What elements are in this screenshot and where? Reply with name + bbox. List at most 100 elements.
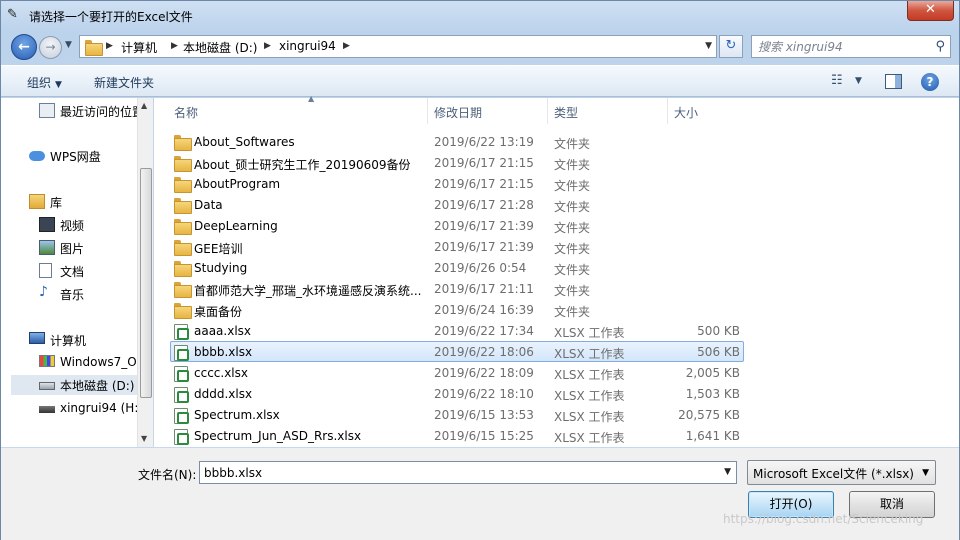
file-row[interactable]: dddd.xlsx 2019/6/22 18:10 XLSX 工作表 1,503 KB	[170, 383, 744, 404]
column-header-type[interactable]: 类型	[548, 98, 668, 124]
file-type: 文件夹	[554, 158, 591, 172]
file-row[interactable]: About_Softwares 2019/6/22 13:19 文件夹	[170, 131, 744, 152]
nav-item-libraries[interactable]: 库	[29, 192, 137, 212]
close-button[interactable]: ✕	[907, 1, 954, 21]
file-row[interactable]: Studying 2019/6/26 0:54 文件夹	[170, 257, 744, 278]
file-name: bbbb.xlsx	[194, 345, 253, 359]
view-options-icon[interactable]: ☷	[831, 73, 843, 88]
chevron-right-icon[interactable]: ▶	[264, 41, 271, 51]
file-date: 2019/6/17 21:39	[434, 240, 534, 254]
folder-icon	[174, 240, 192, 256]
forward-button[interactable]: →	[39, 36, 62, 59]
nav-item-videos[interactable]: 视频	[39, 215, 137, 235]
nav-item-pictures[interactable]: 图片	[39, 238, 137, 258]
file-row[interactable]: 首都师范大学_邢瑞_水环境遥感反演系统... 2019/6/17 21:11 文件夹	[170, 278, 744, 299]
nav-item-wps-drive[interactable]: WPS网盘	[29, 146, 137, 166]
file-row[interactable]: GEE培训 2019/6/17 21:39 文件夹	[170, 236, 744, 257]
recent-locations-dropdown[interactable]: ▼	[65, 40, 72, 50]
file-row[interactable]: DeepLearning 2019/6/17 21:39 文件夹	[170, 215, 744, 236]
nav-pane-scrollbar[interactable]: ▲ ▼	[137, 98, 153, 447]
recent-places-icon	[39, 103, 55, 118]
file-date: 2019/6/22 18:06	[434, 345, 534, 359]
file-row[interactable]: bbbb.xlsx 2019/6/22 18:06 XLSX 工作表 506 KB	[170, 341, 744, 362]
column-header-label: 类型	[554, 106, 579, 120]
file-type: XLSX 工作表	[554, 431, 625, 445]
file-row[interactable]: AboutProgram 2019/6/17 21:15 文件夹	[170, 173, 744, 194]
file-type: XLSX 工作表	[554, 389, 625, 403]
file-type: XLSX 工作表	[554, 410, 625, 424]
chevron-down-icon[interactable]: ▼	[724, 467, 731, 477]
file-list: ▲ 名称 修改日期 类型 大小 About_Softwares 2019/6/22…	[154, 94, 959, 447]
column-header-name[interactable]: ▲ 名称	[168, 94, 428, 124]
file-date: 2019/6/17 21:28	[434, 198, 534, 212]
file-row[interactable]: Spectrum_Jun_ASD_Rrs.xlsx 2019/6/15 15:25…	[170, 425, 744, 446]
breadcrumb-folder[interactable]: xingrui94	[279, 39, 336, 53]
refresh-button[interactable]: ↻	[719, 35, 743, 58]
chevron-right-icon[interactable]: ▶	[171, 41, 178, 51]
removable-drive-icon	[39, 406, 55, 413]
file-type: XLSX 工作表	[554, 347, 625, 361]
help-icon[interactable]: ?	[921, 73, 939, 91]
file-row[interactable]: Spectrum.xlsx 2019/6/15 13:53 XLSX 工作表 20,5…	[170, 404, 744, 425]
back-button[interactable]: ←	[11, 34, 37, 60]
title-bar[interactable]: ✎ 请选择一个要打开的Excel文件 ✕	[1, 1, 959, 31]
scroll-up-icon[interactable]: ▲	[141, 101, 147, 110]
address-bar[interactable]: ▶ 计算机 ▶ 本地磁盘 (D:) ▶ xingrui94 ▶ ▼	[79, 35, 717, 58]
filename-input[interactable]	[204, 465, 704, 481]
breadcrumb-local-disk[interactable]: 本地磁盘 (D:)	[183, 39, 257, 56]
column-header-date[interactable]: 修改日期	[428, 98, 548, 124]
file-row[interactable]: About_硕士研究生工作_20190609备份 2019/6/17 21:15 文…	[170, 152, 744, 173]
file-name: Data	[194, 198, 223, 212]
preview-pane-icon[interactable]	[885, 74, 902, 89]
file-name: dddd.xlsx	[194, 387, 253, 401]
nav-item-removable-drive[interactable]: xingrui94 (H:)	[39, 399, 143, 419]
nav-item-system-drive[interactable]: Windows7_O	[39, 353, 137, 373]
search-input[interactable]	[758, 39, 928, 55]
nav-item-label: 文档	[60, 265, 85, 279]
open-file-dialog: ✎ 请选择一个要打开的Excel文件 ✕ ← → ▼ ▶ 计算机 ▶ 本地磁盘 …	[0, 0, 960, 540]
chevron-down-icon: ▼	[922, 468, 929, 478]
excel-file-icon	[174, 324, 189, 340]
column-header-label: 大小	[674, 106, 699, 120]
search-box[interactable]: ⚲	[751, 35, 951, 58]
organize-menu[interactable]: 组织 ▼	[27, 74, 62, 91]
chevron-down-icon[interactable]: ▼	[705, 41, 712, 51]
file-name: AboutProgram	[194, 177, 281, 191]
file-size: 1,641 KB	[685, 429, 740, 443]
file-type: XLSX 工作表	[554, 368, 625, 382]
nav-item-recent-places[interactable]: 最近访问的位置	[39, 101, 144, 121]
file-name: aaaa.xlsx	[194, 324, 252, 338]
search-icon[interactable]: ⚲	[935, 39, 945, 54]
chevron-right-icon[interactable]: ▶	[343, 41, 350, 51]
nav-item-documents[interactable]: 文档	[39, 261, 137, 281]
scrollbar-thumb[interactable]	[140, 168, 152, 398]
video-icon	[39, 217, 55, 232]
nav-item-computer[interactable]: 计算机	[29, 330, 137, 350]
nav-item-local-disk-d[interactable]: 本地磁盘 (D:)	[11, 375, 137, 395]
nav-item-label: 图片	[60, 242, 85, 256]
file-size: 1,503 KB	[685, 387, 740, 401]
file-date: 2019/6/22 18:10	[434, 387, 534, 401]
filename-combobox[interactable]: ▼	[199, 461, 737, 484]
system-drive-icon	[39, 355, 55, 367]
new-folder-button[interactable]: 新建文件夹	[94, 74, 154, 91]
file-row[interactable]: aaaa.xlsx 2019/6/22 17:34 XLSX 工作表 500 KB	[170, 320, 744, 341]
file-row[interactable]: cccc.xlsx 2019/6/22 18:09 XLSX 工作表 2,005 KB	[170, 362, 744, 383]
file-row[interactable]: 桌面备份 2019/6/24 16:39 文件夹	[170, 299, 744, 320]
file-name: GEE培训	[194, 242, 243, 256]
file-type-filter[interactable]: Microsoft Excel文件 (*.xlsx) ▼	[747, 460, 936, 485]
file-size: 506 KB	[697, 345, 740, 359]
file-name: DeepLearning	[194, 219, 278, 233]
nav-item-music[interactable]: ♪ 音乐	[39, 284, 137, 304]
column-header-size[interactable]: 大小	[668, 98, 748, 124]
scroll-down-icon[interactable]: ▼	[141, 434, 147, 443]
folder-icon	[174, 261, 192, 277]
cloud-icon	[29, 151, 45, 161]
chevron-down-icon[interactable]: ▼	[855, 76, 862, 86]
chevron-right-icon[interactable]: ▶	[106, 41, 113, 51]
nav-item-label: 视频	[60, 219, 85, 233]
folder-icon	[174, 177, 192, 193]
file-row[interactable]: Data 2019/6/17 21:28 文件夹	[170, 194, 744, 215]
breadcrumb-computer[interactable]: 计算机	[121, 39, 157, 56]
folder-icon	[174, 156, 192, 172]
